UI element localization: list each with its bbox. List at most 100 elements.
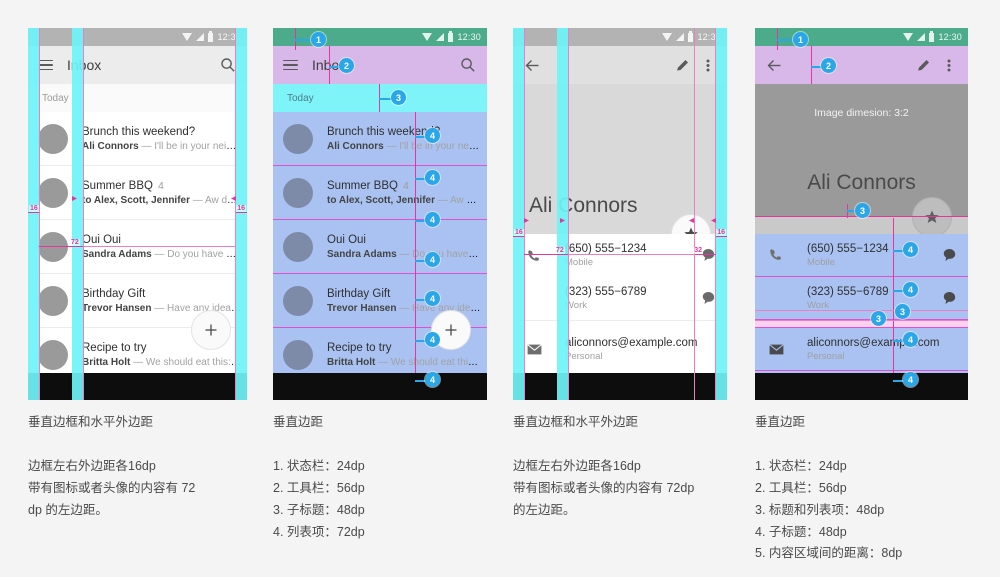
title-text: Summer BBQ bbox=[82, 179, 153, 192]
message-icon[interactable] bbox=[699, 291, 717, 306]
dim-label-right: 16 bbox=[236, 205, 246, 212]
list-item[interactable]: Brunch this weekend? Ali Connors — I'll … bbox=[28, 112, 247, 166]
preview: — We should eat this: Grated ... bbox=[133, 356, 241, 368]
list-subheader: Today bbox=[28, 84, 247, 112]
status-bar-icons: 12:30 bbox=[903, 30, 962, 42]
phone-screen-2: 12:30 Inbox Today Brunch this weekend? A… bbox=[273, 28, 487, 400]
contact-row[interactable]: (650) 555−1234 Mobile bbox=[755, 234, 968, 277]
list-item-subtitle: Sandra Adams — Do you have Paris reco... bbox=[82, 249, 241, 260]
list-item[interactable]: Brunch this weekend? Ali Connors — I'll … bbox=[273, 112, 487, 166]
content-separator bbox=[513, 320, 727, 328]
caption-heading: 垂直边距 bbox=[273, 415, 324, 429]
contact-label: Work bbox=[565, 300, 587, 311]
thread-count: 4 bbox=[157, 179, 164, 192]
list-item-subtitle: Britta Holt — We should eat this: Grated… bbox=[82, 357, 241, 368]
search-icon[interactable] bbox=[459, 56, 477, 74]
marker-4: 4 bbox=[425, 291, 440, 306]
sender: Britta Holt bbox=[327, 356, 376, 368]
marker-4: 4 bbox=[425, 332, 440, 347]
marker-4: 4 bbox=[903, 282, 918, 297]
caption-3: 垂直边框和水平外边距 边框左右外边距各16dp 带有图标或者头像的内容有 72d… bbox=[513, 412, 745, 522]
caption-list: 1. 状态栏：24dp 2. 工具栏：56dp 3. 子标题：48dp 4. 列… bbox=[273, 456, 488, 544]
list-item[interactable]: Oui Oui Sandra Adams — Do you have Paris… bbox=[28, 220, 247, 274]
star-icon bbox=[925, 210, 939, 223]
contact-row[interactable]: aliconnors@example.com Personal bbox=[513, 328, 727, 371]
list-item: 1. 状态栏：24dp bbox=[273, 458, 365, 473]
more-vert-icon[interactable] bbox=[940, 56, 958, 74]
status-bar-icons: 12:30 bbox=[662, 30, 721, 42]
marker-4: 4 bbox=[903, 372, 918, 387]
preview: — I'll be in your neighborhood ... bbox=[141, 140, 241, 152]
system-nav-bar bbox=[273, 373, 487, 400]
search-icon[interactable] bbox=[219, 56, 237, 74]
status-bar-time: 12:30 bbox=[217, 32, 241, 42]
list-item-body: Summer BBQ 4 to Alex, Scott, Jennifer — A… bbox=[327, 180, 487, 206]
contact-row[interactable]: (323) 555−6789 Work bbox=[755, 277, 968, 320]
battery-icon bbox=[688, 30, 694, 42]
pencil-icon[interactable] bbox=[673, 56, 691, 74]
status-bar: 12:30 bbox=[755, 28, 968, 46]
phone-screen-1: 12:30 Inbox Today Brunch this weekend? A… bbox=[28, 28, 247, 400]
contact-label: Mobile bbox=[807, 256, 835, 268]
contact-label: Mobile bbox=[565, 257, 593, 268]
contact-label: Work bbox=[807, 299, 829, 311]
battery-icon bbox=[208, 30, 214, 42]
signal-icon bbox=[196, 33, 205, 41]
battery-icon bbox=[448, 30, 454, 42]
mail-icon bbox=[765, 343, 787, 355]
list-item[interactable]: Summer BBQ 4 to Alex, Scott, Jennifer — A… bbox=[28, 166, 247, 220]
dim-rule-left bbox=[28, 212, 39, 213]
mail-icon bbox=[523, 344, 545, 355]
list-item: 3. 标题和列表项：48dp bbox=[755, 502, 885, 517]
contact-row[interactable]: aliconnors@example.com Personal bbox=[755, 328, 968, 371]
list-item: 5. 内容区域间的距离：8dp bbox=[755, 546, 903, 561]
signal-icon bbox=[436, 33, 445, 41]
avatar bbox=[38, 177, 68, 208]
app-toolbar bbox=[755, 46, 968, 84]
image-dimension-note: Image dimesion: 3:2 bbox=[814, 107, 909, 119]
sender: to Alex, Scott, Jennifer bbox=[327, 194, 435, 206]
more-vert-icon[interactable] bbox=[699, 56, 717, 74]
arrow-back-icon[interactable] bbox=[523, 56, 541, 74]
battery-icon bbox=[929, 30, 935, 42]
thread-count: 4 bbox=[402, 179, 409, 192]
hamburger-icon[interactable] bbox=[283, 59, 298, 71]
marker-4: 4 bbox=[425, 170, 440, 185]
list-item-body: Summer BBQ 4 to Alex, Scott, Jennifer — A… bbox=[82, 180, 247, 206]
compose-fab[interactable] bbox=[191, 310, 231, 350]
email-list-2: Brunch this weekend? Ali Connors — I'll … bbox=[273, 112, 487, 400]
contact-row[interactable]: (650) 555−1234 Mobile bbox=[513, 234, 727, 277]
dim-label-action: 32 bbox=[693, 247, 703, 254]
contact-value: (323) 555−6789 bbox=[565, 286, 647, 298]
arrow-back-icon[interactable] bbox=[765, 56, 783, 74]
contact-row-body: (650) 555−1234 Mobile bbox=[565, 243, 699, 268]
list-item-body: Birthday Gift Trevor Hansen — Have any i… bbox=[327, 288, 487, 314]
dim-label-content: 72 bbox=[555, 247, 565, 254]
plus-icon bbox=[205, 324, 217, 336]
system-nav-bar bbox=[513, 373, 727, 400]
marker-4: 4 bbox=[425, 128, 440, 143]
phone-icon bbox=[523, 249, 545, 263]
marker-3: 3 bbox=[391, 90, 406, 105]
list-item-title: Summer BBQ 4 bbox=[327, 180, 481, 192]
contact-value: aliconnors@example.com bbox=[807, 336, 940, 349]
wifi-icon bbox=[182, 33, 193, 41]
signal-icon bbox=[676, 33, 685, 41]
page-root: 12:30 Inbox Today Brunch this weekend? A… bbox=[0, 0, 1000, 577]
contact-row-body: aliconnors@example.com Personal bbox=[565, 337, 717, 362]
list-item[interactable]: Summer BBQ 4 to Alex, Scott, Jennifer — A… bbox=[273, 166, 487, 220]
message-icon[interactable] bbox=[940, 248, 958, 263]
message-icon[interactable] bbox=[940, 291, 958, 306]
favorite-fab[interactable] bbox=[912, 197, 952, 237]
contact-row-body: (323) 555−6789 Work bbox=[565, 286, 699, 311]
list-item-title: Brunch this weekend? bbox=[327, 125, 441, 138]
avatar bbox=[283, 231, 313, 262]
contact-row[interactable]: (323) 555−6789 Work bbox=[513, 277, 727, 320]
pencil-icon[interactable] bbox=[914, 56, 932, 74]
list-item[interactable]: Oui Oui Sandra Adams — Do you have Paris… bbox=[273, 220, 487, 274]
sender: Ali Connors bbox=[327, 140, 384, 152]
hamburger-icon[interactable] bbox=[38, 59, 53, 71]
list-item-subtitle: to Alex, Scott, Jennifer — Aw dang. Wish… bbox=[82, 195, 241, 206]
list-item: 2. 工具栏：56dp bbox=[755, 480, 847, 495]
marker-4: 4 bbox=[903, 242, 918, 257]
